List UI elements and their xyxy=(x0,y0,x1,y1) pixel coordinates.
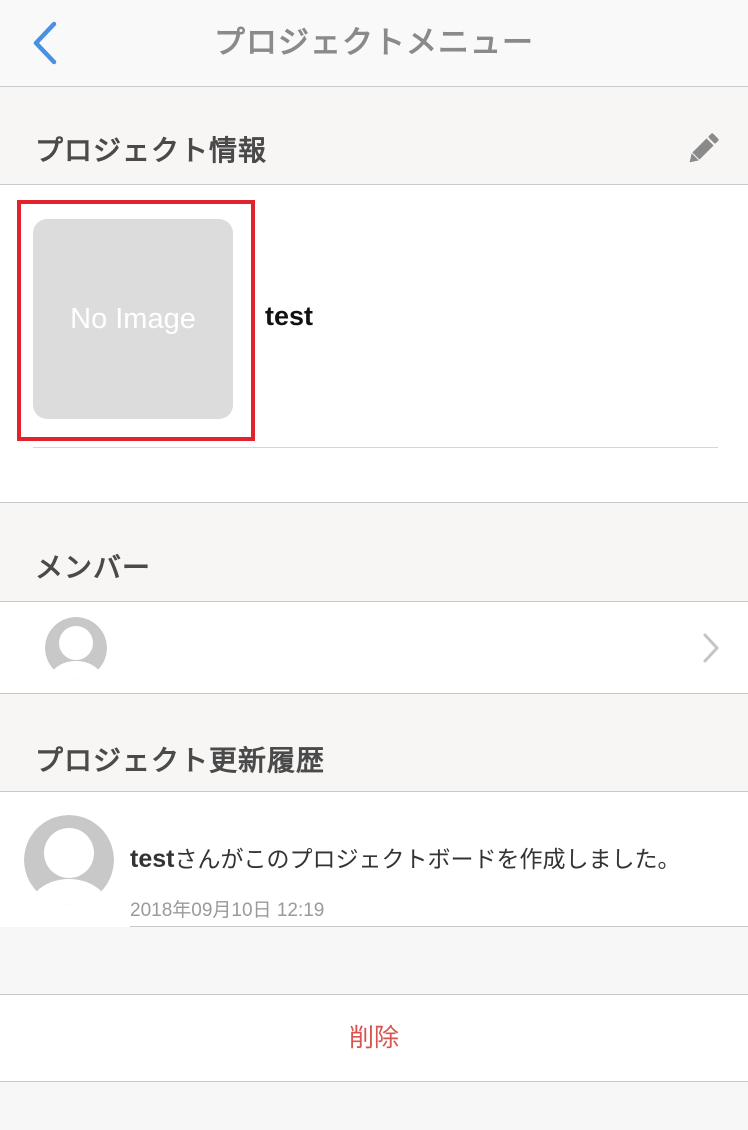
project-name: test xyxy=(265,301,314,331)
members-title: メンバー xyxy=(35,551,152,584)
history-title: プロジェクト更新履歴 xyxy=(35,744,326,777)
divider xyxy=(33,447,718,448)
member-avatar[interactable] xyxy=(45,617,107,679)
user-avatar-icon xyxy=(45,617,107,679)
members-header: メンバー xyxy=(0,503,748,601)
navigation-bar: プロジェクトメニュー xyxy=(0,0,748,87)
project-info-title: プロジェクト情報 xyxy=(35,134,268,167)
pencil-icon xyxy=(689,133,719,163)
delete-button[interactable]: 削除 xyxy=(0,995,748,1081)
project-info-header: プロジェクト情報 xyxy=(0,87,748,184)
divider xyxy=(0,1081,748,1082)
history-message-text: さんがこのプロジェクトボードを作成しました。 xyxy=(174,847,681,873)
history-avatar xyxy=(24,815,114,905)
page-title: プロジェクトメニュー xyxy=(214,25,534,61)
history-user: test xyxy=(130,845,175,873)
history-message: testさんがこのプロジェクトボードを作成しました。 xyxy=(130,840,680,874)
back-button[interactable] xyxy=(22,18,72,68)
user-avatar-icon xyxy=(24,815,114,905)
history-timestamp: 2018年09月10日 12:19 xyxy=(130,900,325,921)
edit-button[interactable] xyxy=(682,128,724,170)
divider xyxy=(130,926,748,927)
project-image-placeholder[interactable]: No Image xyxy=(33,219,233,419)
history-header: プロジェクト更新履歴 xyxy=(0,694,748,791)
chevron-right-icon xyxy=(703,633,719,663)
members-row[interactable] xyxy=(0,602,748,693)
members-chevron[interactable] xyxy=(700,632,722,664)
no-image-label: No Image xyxy=(70,302,196,335)
chevron-left-icon xyxy=(33,21,57,65)
